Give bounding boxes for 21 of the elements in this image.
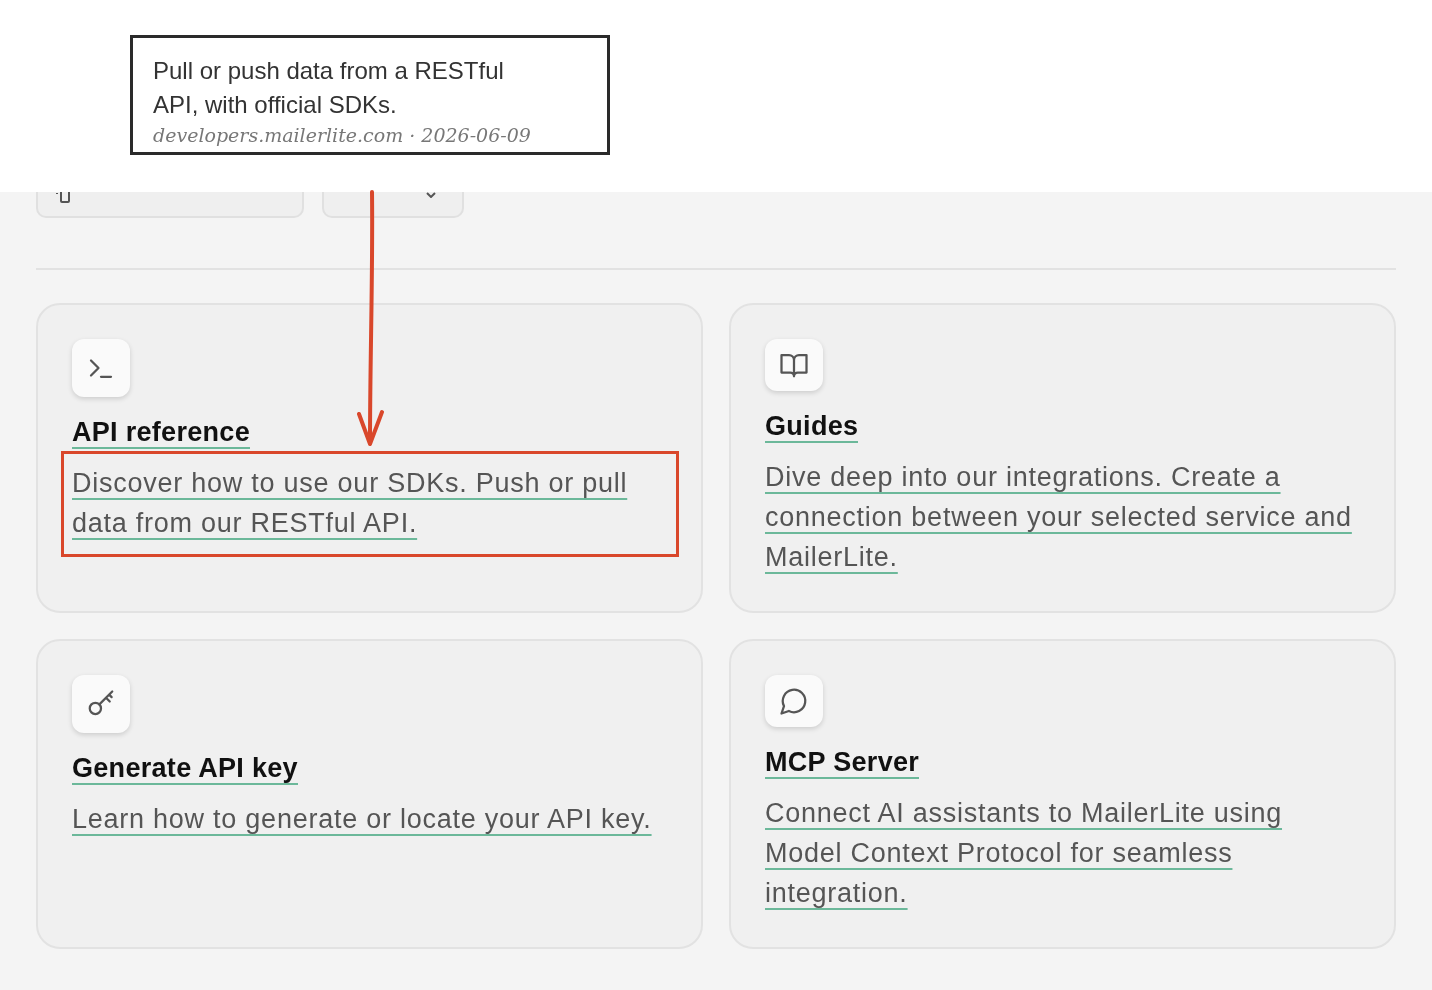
card[interactable]: Guides Dive deep into our integrations. Create a connection between your selected service and MailerLite. <box>729 303 1396 613</box>
card-description[interactable]: Discover how to use our SDKs. Push or pull data from our RESTful API. <box>72 463 667 543</box>
card-description[interactable]: Learn how to generate or locate your API key. <box>72 799 667 839</box>
card-title[interactable]: MCP Server <box>765 747 920 779</box>
book-icon <box>765 339 823 391</box>
card-description[interactable]: Dive deep into our integrations. Create a connection between your selected service and MailerLite. <box>765 457 1360 577</box>
open-dropdown-button[interactable] <box>322 192 464 218</box>
card-description[interactable]: Connect AI assistants to MailerLite using Model Context Protocol for seamless integration. <box>765 793 1360 913</box>
speech-bubble-icon <box>765 675 823 727</box>
card[interactable]: API reference Discover how to use our SDKs. Push or pull data from our RESTful API. <box>36 303 703 613</box>
terminal-icon <box>72 339 130 397</box>
card[interactable]: MCP Server Connect AI assistants to MailerLite using Model Context Protocol for seamless integration. <box>729 639 1396 949</box>
callout-text: Pull or push data from a RESTful API, with official SDKs. <box>153 56 505 120</box>
caret-icon <box>426 192 436 198</box>
card[interactable]: Generate API key Learn how to generate or locate your API key. <box>36 639 703 949</box>
copy-icon <box>56 192 70 203</box>
card-title[interactable]: Generate API key <box>72 753 298 785</box>
key-icon <box>72 675 130 733</box>
card-title[interactable]: Guides <box>765 411 859 443</box>
callout-source: developers.mailerlite.com · 2026-06-09 <box>153 124 532 146</box>
card-title[interactable]: API reference <box>72 417 250 449</box>
